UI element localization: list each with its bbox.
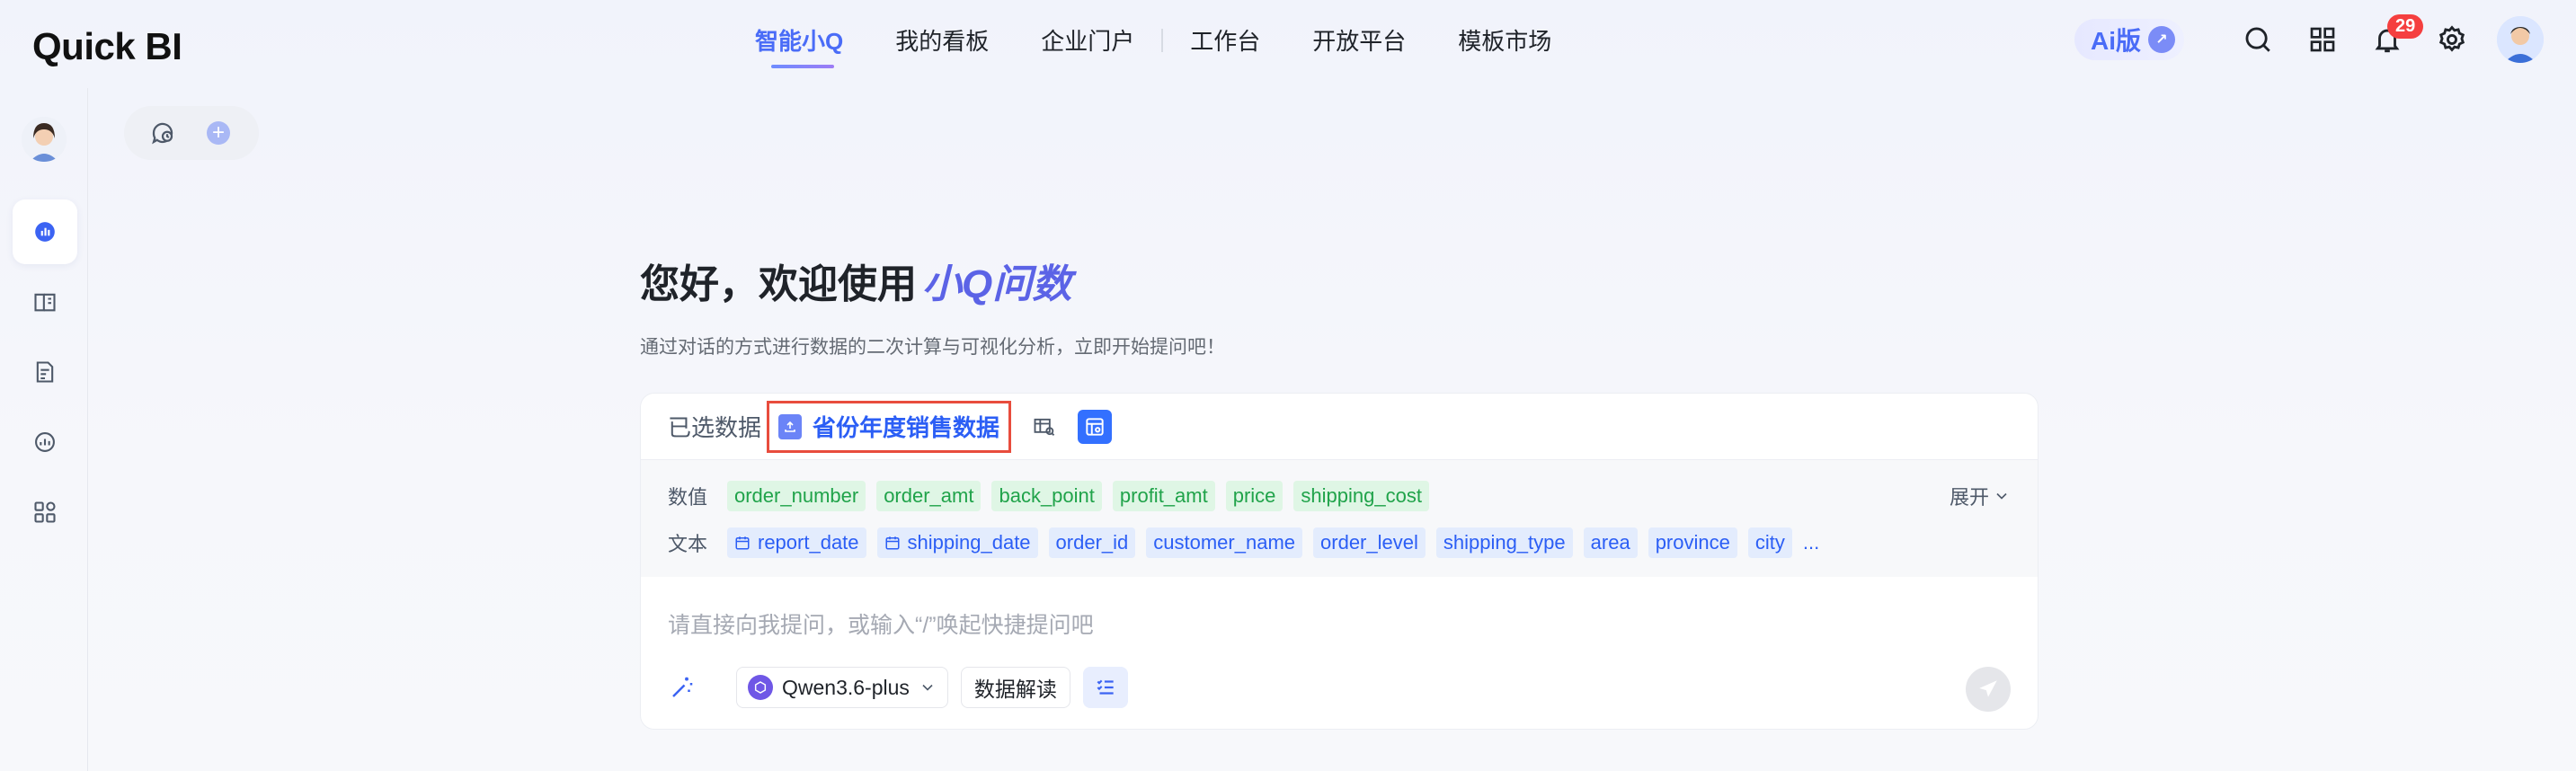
user-avatar-image — [2497, 16, 2544, 63]
text-fields-row: 文本 report_date shipping_date order_id cu… — [668, 527, 2011, 559]
sidebar-item-analysis[interactable] — [13, 410, 77, 474]
expand-fields-button[interactable]: 展开 — [1950, 482, 2011, 510]
analysis-icon — [35, 432, 55, 452]
field-tag[interactable]: shipping_cost — [1293, 481, 1429, 511]
notification-count-badge: 29 — [2387, 14, 2424, 39]
nav-item-my-boards[interactable]: 我的看板 — [895, 23, 989, 57]
field-tag[interactable]: report_date — [727, 527, 866, 558]
nav-item-smart-q[interactable]: 智能小Q — [755, 23, 843, 68]
dataset-settings-icon — [1086, 417, 1104, 436]
field-list: 数值 order_number order_amt back_point pro… — [641, 460, 2038, 577]
model-name: Qwen3.6-plus — [782, 675, 910, 699]
field-tag[interactable]: order_amt — [876, 481, 982, 511]
field-tag[interactable]: customer_name — [1146, 527, 1303, 558]
dataset-header: 已选数据 省份年度销售数据 — [641, 394, 2038, 460]
field-tag[interactable]: order_id — [1048, 527, 1136, 558]
main-nav: 智能小Q 我的看板 企业门户 工作台 开放平台 模板市场 — [755, 23, 1603, 68]
send-button[interactable] — [1966, 667, 2011, 712]
grid-icon — [2310, 27, 2335, 52]
field-tag[interactable]: shipping_type — [1435, 527, 1573, 558]
search-button[interactable] — [2236, 18, 2279, 61]
field-tag-label: report_date — [758, 531, 859, 554]
nav-item-open-platform[interactable]: 开放平台 — [1312, 23, 1406, 57]
session-toolbar: + — [124, 106, 259, 160]
ai-version-button[interactable]: Ai版 ↗ — [2074, 19, 2184, 60]
numeric-fields-row: 数值 order_number order_amt back_point pro… — [668, 480, 2011, 512]
welcome-greeting: 您好，欢迎使用 — [640, 262, 917, 306]
brand-name: 小Q问数 — [922, 262, 1072, 306]
send-icon — [1979, 680, 1997, 697]
dataset-name: 省份年度销售数据 — [813, 414, 1000, 441]
field-tag[interactable]: order_number — [727, 481, 866, 511]
welcome-subtitle: 通过对话的方式进行数据的二次计算与可视化分析，立即开始提问吧！ — [640, 337, 1225, 358]
arrow-up-right-icon: ↗ — [2148, 26, 2175, 53]
user-avatar[interactable] — [2497, 16, 2544, 63]
assistant-avatar-image — [22, 117, 67, 162]
field-tag[interactable]: profit_amt — [1112, 481, 1215, 511]
table-preview-icon — [1034, 418, 1055, 436]
welcome-title: 您好，欢迎使用 小Q问数 — [640, 252, 1071, 309]
nav-item-template-market[interactable]: 模板市场 — [1458, 23, 1551, 57]
logo-q: Q — [32, 25, 62, 67]
field-tag[interactable]: order_level — [1313, 527, 1426, 558]
data-interpret-button[interactable]: 数据解读 — [960, 667, 1070, 708]
sidebar-item-chat[interactable] — [13, 199, 77, 264]
field-tag[interactable]: province — [1648, 527, 1737, 558]
search-icon — [2245, 27, 2270, 52]
chat-icon — [35, 222, 55, 242]
book-icon — [34, 293, 56, 312]
ai-version-label: Ai版 — [2090, 27, 2141, 55]
chevron-down-icon — [1996, 492, 2007, 500]
input-toolbar: Qwen3.6-plus 数据解读 — [664, 667, 1128, 708]
top-bar: Quick BI 智能小Q 我的看板 企业门户 工作台 开放平台 模板市场 Ai… — [0, 0, 2576, 88]
apps-button[interactable] — [2301, 18, 2344, 61]
logo-text: uick BI — [61, 25, 182, 67]
field-tag[interactable]: area — [1583, 527, 1638, 558]
sidebar-item-report[interactable] — [13, 340, 77, 404]
sidebar-item-book[interactable] — [13, 270, 77, 334]
text-fields-label: 文本 — [668, 533, 708, 555]
switch-dataset-button[interactable] — [1078, 409, 1113, 444]
expand-label: 展开 — [1949, 486, 1989, 509]
left-sidebar — [0, 88, 88, 771]
quick-bi-logo[interactable]: Quick BI — [32, 25, 182, 68]
field-tag[interactable]: city — [1747, 527, 1792, 558]
question-input-area[interactable]: 请直接向我提问，或输入“/”唤起快捷提问吧 Qwen3.6-plus 数据解读 — [641, 577, 2038, 729]
quick-list-button[interactable] — [1082, 667, 1128, 708]
new-chat-button[interactable]: + — [207, 121, 230, 145]
preview-data-button[interactable] — [1027, 410, 1061, 444]
field-tag[interactable]: back_point — [991, 481, 1102, 511]
gear-icon — [2438, 25, 2465, 52]
question-input[interactable]: 请直接向我提问，或输入“/”唤起快捷提问吧 — [668, 607, 1094, 640]
nav-item-workbench[interactable]: 工作台 — [1190, 23, 1260, 57]
settings-button[interactable] — [2430, 18, 2474, 61]
calendar-icon — [884, 535, 901, 551]
chat-history-icon[interactable] — [149, 120, 176, 146]
numeric-fields-label: 数值 — [668, 486, 708, 509]
model-icon — [748, 675, 773, 700]
selected-data-label: 已选数据 — [668, 414, 762, 441]
field-tag-label: shipping_date — [907, 531, 1031, 554]
apps-icon — [34, 501, 56, 523]
model-selector[interactable]: Qwen3.6-plus — [736, 667, 948, 708]
magic-wand-icon — [672, 677, 693, 697]
dataset-selector[interactable]: 省份年度销售数据 — [767, 400, 1012, 453]
assistant-avatar[interactable] — [22, 117, 67, 162]
notification-button[interactable]: 29 — [2366, 14, 2424, 61]
calendar-icon — [734, 535, 751, 551]
chevron-down-icon — [922, 684, 933, 691]
report-icon — [36, 361, 54, 383]
header-tools: Ai版 ↗ 29 — [2074, 14, 2544, 63]
nav-item-portal[interactable]: 企业门户 — [1041, 23, 1134, 57]
nav-divider — [1161, 28, 1164, 52]
magic-wand-button[interactable] — [664, 669, 700, 705]
sidebar-item-apps[interactable] — [13, 480, 77, 545]
dataset-icon — [778, 413, 803, 439]
query-card: 已选数据 省份年度销售数据 数值 order_number order_amt … — [640, 393, 2039, 730]
field-tag[interactable]: shipping_date — [876, 527, 1038, 558]
checklist-icon — [1097, 679, 1114, 695]
field-tag[interactable]: price — [1225, 481, 1284, 511]
more-fields-indicator[interactable]: ... — [1803, 531, 1819, 554]
